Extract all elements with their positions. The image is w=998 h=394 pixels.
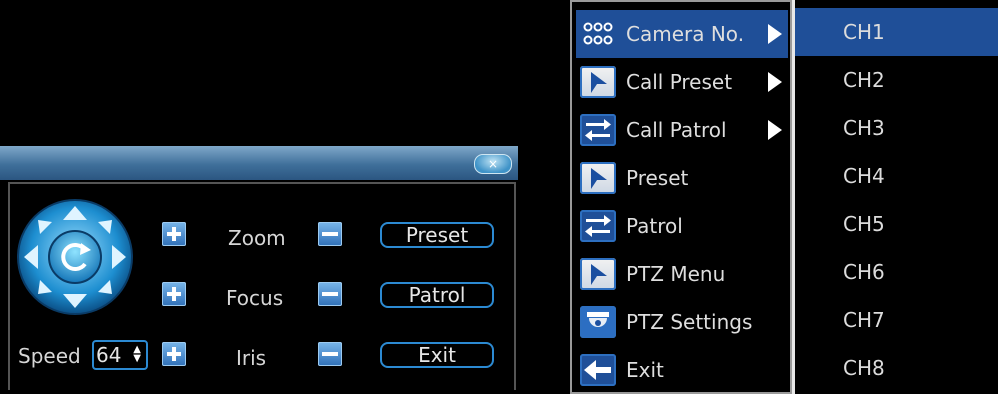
menu-item-ptz-settings[interactable]: PTZ Settings xyxy=(576,298,788,346)
submenu-item-ch2[interactable]: CH2 xyxy=(795,56,998,104)
submenu-item-ch4[interactable]: CH4 xyxy=(795,152,998,200)
channel-label: CH8 xyxy=(843,356,885,380)
preset-button[interactable]: Preset xyxy=(380,222,494,248)
exit-button[interactable]: Exit xyxy=(380,342,494,368)
swap-arrows-icon xyxy=(580,114,616,146)
channel-label: CH1 xyxy=(843,20,885,44)
zoom-label: Zoom xyxy=(228,226,286,250)
stepper-arrows-icon[interactable]: ▲ ▼ xyxy=(133,345,141,364)
flag-icon xyxy=(580,258,616,290)
menu-item-preset[interactable]: Preset xyxy=(576,154,788,202)
menu-item-ptz-menu[interactable]: PTZ Menu xyxy=(576,250,788,298)
channel-label: CH7 xyxy=(843,308,885,332)
submenu-item-ch5[interactable]: CH5 xyxy=(795,200,998,248)
menu-item-label: Call Patrol xyxy=(626,118,727,142)
iris-plus-button[interactable] xyxy=(162,342,186,366)
menu-item-patrol[interactable]: Patrol xyxy=(576,202,788,250)
close-button[interactable]: × xyxy=(474,154,512,174)
zoom-out-button[interactable] xyxy=(318,222,342,246)
speed-stepper[interactable]: 64 ▲ ▼ xyxy=(92,340,148,370)
speed-value: 64 xyxy=(96,343,122,367)
submenu-arrow-icon xyxy=(768,72,782,92)
auto-scan-button[interactable] xyxy=(48,230,102,284)
back-arrow-icon xyxy=(580,354,616,386)
menu-item-exit[interactable]: Exit xyxy=(576,346,788,394)
submenu-arrow-icon xyxy=(768,24,782,44)
channel-label: CH3 xyxy=(843,116,885,140)
grid-icon xyxy=(580,18,616,50)
focus-minus-button[interactable] xyxy=(318,282,342,306)
dome-camera-icon xyxy=(580,306,616,338)
submenu-arrow-icon xyxy=(768,120,782,140)
menu-item-label: Call Preset xyxy=(626,70,733,94)
submenu-item-ch8[interactable]: CH8 xyxy=(795,344,998,392)
panel-titlebar[interactable]: × xyxy=(0,146,518,180)
menu-item-label: Exit xyxy=(626,358,664,382)
direction-pad[interactable] xyxy=(16,198,134,316)
submenu-item-ch1[interactable]: CH1 xyxy=(795,8,998,56)
iris-label: Iris xyxy=(236,346,267,370)
focus-plus-button[interactable] xyxy=(162,282,186,306)
submenu-item-ch3[interactable]: CH3 xyxy=(795,104,998,152)
channel-label: CH5 xyxy=(843,212,885,236)
menu-item-label: Patrol xyxy=(626,214,683,238)
channel-submenu: CH1 CH2 CH3 CH4 CH5 CH6 CH7 CH8 xyxy=(792,0,998,394)
menu-item-call-patrol[interactable]: Call Patrol xyxy=(576,106,788,154)
ptz-control-panel: × Zoom Preset Focus Patrol Speed 64 ▲ ▼ … xyxy=(0,146,518,394)
submenu-item-ch6[interactable]: CH6 xyxy=(795,248,998,296)
focus-label: Focus xyxy=(226,286,284,310)
patrol-button[interactable]: Patrol xyxy=(380,282,494,308)
channel-label: CH6 xyxy=(843,260,885,284)
flag-icon xyxy=(580,162,616,194)
swap-arrows-icon xyxy=(580,210,616,242)
submenu-item-ch7[interactable]: CH7 xyxy=(795,296,998,344)
zoom-in-button[interactable] xyxy=(162,222,186,246)
channel-label: CH2 xyxy=(843,68,885,92)
menu-item-label: Camera No. xyxy=(626,22,745,46)
channel-label: CH4 xyxy=(843,164,885,188)
menu-item-label: PTZ Settings xyxy=(626,310,753,334)
speed-label: Speed xyxy=(18,344,81,368)
iris-minus-button[interactable] xyxy=(318,342,342,366)
menu-item-label: Preset xyxy=(626,166,689,190)
menu-item-camera-no[interactable]: Camera No. xyxy=(576,10,788,58)
flag-icon xyxy=(580,66,616,98)
menu-item-call-preset[interactable]: Call Preset xyxy=(576,58,788,106)
context-menu: Camera No. Call Preset Call Patrol Prese… xyxy=(570,0,792,394)
menu-item-label: PTZ Menu xyxy=(626,262,726,286)
